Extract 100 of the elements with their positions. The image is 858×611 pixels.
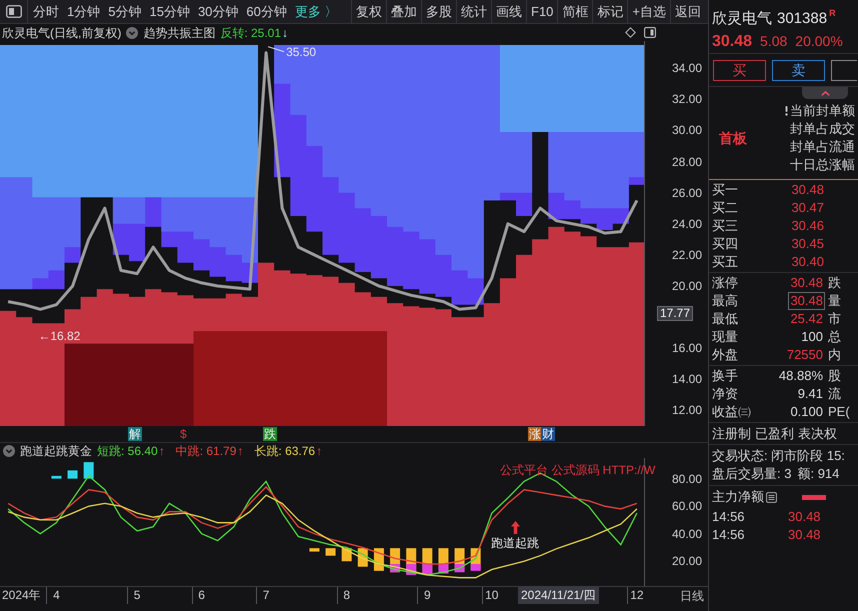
toolbar-button[interactable]: 画线 [491,0,526,23]
period-tab[interactable]: 15分钟 [145,0,194,23]
axis-label: 16.00 [672,341,702,356]
trade-status: 交易状态: 闭市阶段 15: [712,447,845,466]
field-label: 市 [828,311,841,327]
date-tick-label: 4 [53,587,60,604]
toolbar-button[interactable]: F10 [526,0,558,23]
period-tab[interactable]: 5分钟 [104,0,146,23]
field-label: 外盘 [712,347,739,363]
chevron-down-icon[interactable] [3,444,15,456]
buy-button[interactable]: 买 [713,60,766,80]
axis-label: 32.00 [672,92,702,106]
period-tab[interactable]: 30分钟 [194,0,242,23]
last-price: 30.48 [712,32,752,52]
direction-arrow: ↑ [158,444,165,458]
field-label: 现量 [712,329,739,345]
field-label: 最低 [712,311,739,327]
bid-level-label: 买五 [712,254,739,270]
date-tick-label: 8 [343,587,350,604]
registration-label: R [829,8,836,18]
panel-icon [6,5,22,18]
company-trait-label: 注册制 [712,424,751,443]
date-tick-label: 7 [262,587,270,604]
collapse-tab[interactable] [802,87,848,99]
tick-price: 30.48 [788,508,821,526]
panel-icon[interactable] [644,27,656,38]
field-label: 换手 [712,368,739,384]
axis-label: 34.00 [672,61,702,76]
period-tab[interactable]: 60分钟 [242,0,291,23]
toolbar-button[interactable]: 多股 [421,0,456,23]
date-tick-label: 6 [198,587,205,604]
seal-field-label: 封单占流通 [790,139,855,155]
change-percent: 20.00% [795,32,843,51]
toolbar-button[interactable]: 返回 [670,0,705,23]
cursor-date-label: 2024/11/21/四 [518,587,599,604]
field-value: 72550 [786,346,824,364]
histogram-bar [84,462,94,479]
low-price-label: ←16.82 [38,329,80,344]
signal-symbol: $ [180,427,187,441]
list-icon[interactable] [766,492,777,502]
bid-price: 30.46 [790,218,824,234]
diamond-icon[interactable] [625,27,636,38]
axis-label: 24.00 [672,216,702,231]
period-tab[interactable]: 更多 〉 [290,0,342,23]
indicator-name: 跑道起跳黄金 [20,442,92,460]
date-tick-label: 5 [134,587,140,604]
toolbar-button[interactable]: +自选 [627,0,670,23]
toolbar-button[interactable]: 简框 [557,0,592,23]
field-label: 最高 [712,293,739,309]
bid-level-label: 买一 [712,182,739,198]
toolbar-button[interactable]: 叠加 [386,0,421,23]
seal-field-label: 封单占成交 [790,121,855,137]
chevron-down-icon[interactable] [126,26,138,38]
axis-label: 80.00 [672,472,702,486]
histogram-bar [326,548,336,556]
axis-label: 20.00 [672,554,702,568]
sell-button[interactable]: 卖 [772,60,825,80]
field-value: 9.41 [796,385,824,403]
axis-label: 26.00 [672,186,702,200]
date-tick-label: 10 [485,587,498,604]
signal-tag: 财 [541,427,555,441]
period-label: 日线 [680,588,704,604]
period-tab[interactable]: 1分钟 [63,0,104,23]
field-value: 0.100 [789,403,824,421]
field-value: 25.42 [789,310,824,328]
leader-line [268,46,285,52]
toolbar-button[interactable]: 统计 [456,0,491,23]
direction-arrow: ↑ [316,444,322,458]
after-hours-volume: 盘后交易量: 3 [712,465,792,484]
histogram-bar [68,470,78,479]
field-label: 量 [828,293,841,309]
trade-button[interactable] [831,60,857,80]
axis-label: 30.00 [672,123,702,138]
toolbar-button[interactable]: 复权 [351,0,386,23]
period-tab[interactable]: 分时 [29,0,63,23]
exclamation-icon [785,106,788,116]
signal-tag: 解 [128,427,142,441]
price-tag: 17.77 [657,306,694,321]
bid-price: 30.45 [790,236,824,252]
bid-level-label: 买四 [712,236,739,252]
company-trait-label: 已盈利 [755,424,794,443]
high-price-label: 35.50 [286,44,316,59]
seal-field-label: 当前封单额 [790,103,855,119]
bid-level-label: 买二 [712,200,739,216]
axis-label: 20.00 [672,279,702,293]
field-label: 涨停 [712,275,739,291]
signal-label: 跑道起跳 [490,536,540,550]
signal-reading: 反转: 25.01 [220,24,282,42]
signal-tag: 跌 [263,427,277,441]
after-hours-amount: 额: 914 [797,465,840,484]
net-flow-label: 主力净额 [712,488,764,506]
legend-reading: 中跳: 61.79 [176,442,236,460]
toolbar-button[interactable]: 标记 [592,0,628,23]
signal-tag: 涨 [528,427,542,441]
board-label: 首板 [719,128,747,148]
date-tick-label: 12 [630,587,644,604]
field-value: 30.48 [788,292,825,310]
indicator-name: 趋势共振主图 [143,24,216,42]
tick-time: 14:56 [712,508,746,526]
bid-level-label: 买三 [712,218,739,234]
